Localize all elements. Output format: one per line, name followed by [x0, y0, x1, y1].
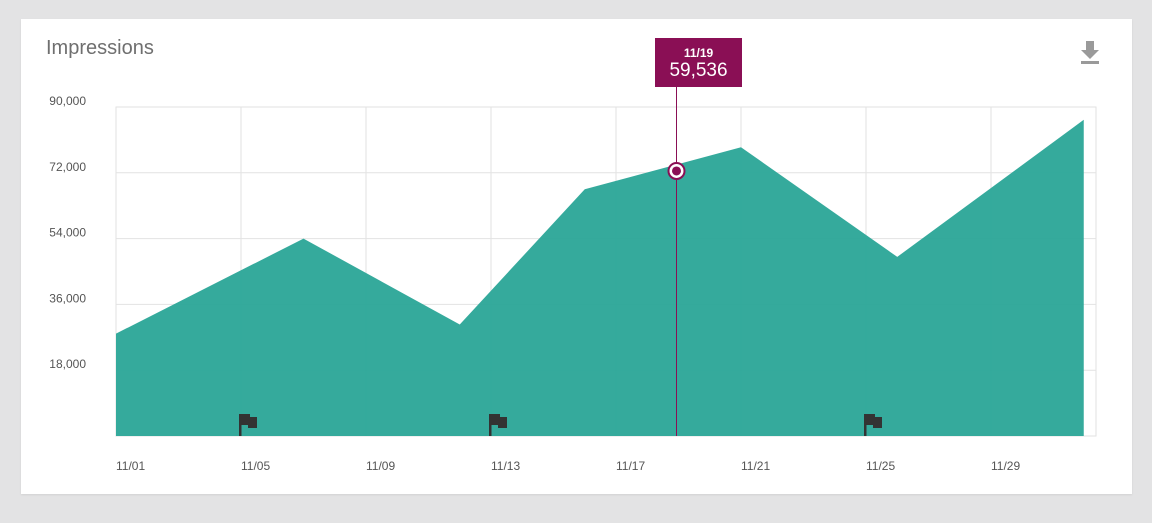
y-tick-label: 18,000 [49, 357, 86, 371]
x-tick-label: 11/17 [616, 459, 645, 473]
y-tick-label: 36,000 [49, 291, 86, 305]
impressions-chart: 11/01 11/05 11/09 11/13 11/17 11/21 11/25 11/29… [49, 87, 1097, 473]
y-tick-label: 54,000 [49, 226, 86, 240]
x-tick-label: 11/09 [366, 459, 395, 473]
y-tick-label: 90,000 [49, 94, 86, 108]
x-tick-label: 11/25 [866, 459, 895, 473]
x-tick-label: 11/29 [991, 459, 1020, 473]
x-tick-label: 11/13 [491, 459, 520, 473]
y-tick-label: 72,000 [49, 160, 86, 174]
chart-tooltip: 11/19 59,536 [655, 38, 742, 87]
tooltip-date: 11/19 [683, 46, 714, 60]
flag-pole [239, 414, 242, 436]
x-tick-label: 11/05 [241, 459, 270, 473]
series-area [116, 119, 1084, 437]
flag-pole [864, 414, 867, 436]
tooltip-value: 59,536 [669, 60, 728, 81]
x-tick-label: 11/21 [741, 459, 770, 473]
x-tick-label: 11/01 [116, 459, 145, 473]
highlight-point[interactable] [672, 166, 681, 176]
flag-pole [489, 414, 492, 436]
